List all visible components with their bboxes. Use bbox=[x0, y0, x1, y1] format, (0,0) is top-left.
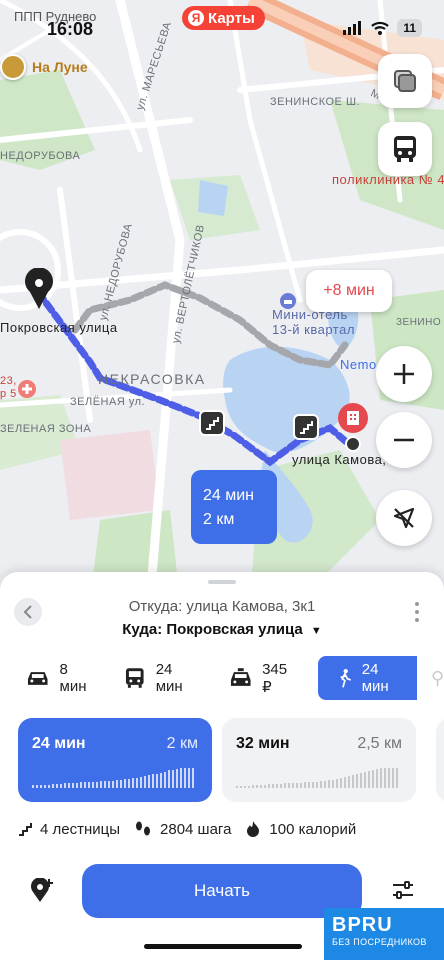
origin-pin-icon[interactable] bbox=[336, 402, 370, 457]
route-settings-button[interactable] bbox=[392, 880, 414, 905]
medical-poi-icon[interactable] bbox=[18, 380, 36, 403]
mode-car-label: 8 мин bbox=[59, 661, 87, 695]
alt-route-eta-bubble[interactable]: +8 мин bbox=[306, 270, 392, 312]
route-stats: 4 лестницы 2804 шага 100 калорий bbox=[18, 820, 356, 838]
map-street-label: НЕДОРУБОВА bbox=[0, 150, 81, 162]
signal-icon bbox=[343, 21, 362, 35]
dropdown-arrow-icon: ▼ bbox=[310, 625, 322, 637]
map-street-label: ЗЕЛЁНАЯ ул. bbox=[70, 396, 146, 408]
user-nickname: На Луне bbox=[32, 59, 88, 75]
app-return-pill[interactable]: Я Карты bbox=[182, 6, 265, 30]
destination-label: Покровская улица bbox=[0, 320, 118, 335]
map-view[interactable]: ул. МАРЕСЬЕВА ЗЕНИНСКОЕ Ш. НЕДОРУБОВА ул… bbox=[0, 0, 444, 600]
mode-taxi-tab[interactable]: 345 ₽ bbox=[221, 656, 308, 700]
bus-icon bbox=[126, 668, 144, 688]
stat-steps: 2804 шага bbox=[134, 820, 231, 838]
mode-bus-tab[interactable]: 24 мин bbox=[116, 656, 210, 700]
stat-calories-label: 100 калорий bbox=[269, 820, 357, 838]
mode-car-tab[interactable]: 8 мин bbox=[18, 656, 106, 700]
route-options: 24 мин 2 км 32 мин 2,5 км bbox=[18, 718, 416, 802]
yandex-logo-icon: Я bbox=[188, 10, 204, 26]
user-status[interactable]: На Луне bbox=[0, 54, 88, 80]
plus-icon bbox=[394, 364, 414, 384]
hotel-poi-icon[interactable] bbox=[280, 293, 296, 314]
sliders-icon bbox=[393, 881, 413, 899]
route-time: 24 мин bbox=[203, 487, 255, 504]
add-stop-button[interactable] bbox=[30, 877, 54, 909]
map-street-label: ЗЕНИНСКОЕ Ш. bbox=[270, 96, 361, 108]
system-indicators: 11 bbox=[343, 19, 422, 37]
mode-walk-label: 24 мин bbox=[361, 661, 389, 695]
zoom-in-button[interactable] bbox=[376, 346, 432, 402]
route-from[interactable]: Откуда: улица Камова, 3к1 bbox=[0, 598, 444, 615]
zoom-out-button[interactable] bbox=[376, 412, 432, 468]
clock: 16:08 bbox=[47, 19, 94, 39]
start-button[interactable]: Начать bbox=[82, 864, 362, 918]
sheet-grabber[interactable] bbox=[208, 580, 236, 584]
map-district-label: ЗЕНИНО САМОЛ bbox=[396, 317, 444, 328]
stat-stairs: 4 лестницы bbox=[18, 821, 120, 838]
elevation-profile-icon bbox=[236, 768, 398, 788]
map-house-label: р 5 bbox=[0, 388, 17, 400]
bus-icon bbox=[394, 136, 416, 162]
wifi-icon bbox=[371, 21, 390, 35]
route-option-peek[interactable] bbox=[436, 718, 444, 802]
walk-icon bbox=[340, 668, 351, 688]
mode-bus-label: 24 мин bbox=[155, 661, 183, 695]
stat-steps-label: 2804 шага bbox=[160, 820, 232, 838]
route-option-distance: 2,5 км bbox=[357, 735, 402, 752]
layers-button[interactable] bbox=[378, 54, 432, 108]
route-option-time: 24 мин bbox=[32, 735, 86, 752]
route-distance: 2 км bbox=[203, 511, 235, 528]
map-house-label: 23, bbox=[0, 375, 17, 387]
mode-walk-tab[interactable]: 24 мин bbox=[318, 656, 417, 700]
route-option-time: 32 мин bbox=[236, 735, 290, 752]
stairs-icon bbox=[19, 823, 32, 836]
avatar[interactable] bbox=[0, 54, 26, 80]
stat-stairs-label: 4 лестницы bbox=[40, 820, 121, 838]
app-title: Карты bbox=[208, 9, 255, 27]
stat-calories: 100 калорий bbox=[245, 820, 356, 838]
more-options-button[interactable] bbox=[414, 602, 420, 622]
route-to-label: Куда: Покровская улица bbox=[122, 621, 303, 638]
flame-icon bbox=[247, 821, 260, 837]
battery-indicator: 11 bbox=[397, 19, 422, 37]
map-zone-label: ЗЕЛЕНАЯ ЗОНА bbox=[0, 423, 92, 435]
map-district-label: НЕКРАСОВКА bbox=[98, 371, 206, 387]
stairs-icon bbox=[293, 414, 319, 440]
layers-icon bbox=[394, 70, 416, 92]
route-option-card[interactable]: 24 мин 2 км bbox=[18, 718, 212, 802]
home-indicator[interactable] bbox=[144, 944, 302, 949]
taxi-icon bbox=[230, 668, 251, 686]
transit-button[interactable] bbox=[378, 122, 432, 176]
map-poi-label: Nemo bbox=[340, 357, 377, 372]
mode-taxi-label: 345 ₽ bbox=[262, 660, 288, 696]
navigation-off-icon bbox=[393, 507, 415, 529]
route-sheet[interactable]: Откуда: улица Камова, 3к1 Куда: Покровск… bbox=[0, 572, 444, 960]
watermark-title: BPRU bbox=[332, 914, 393, 936]
watermark-subtitle: БЕЗ ПОСРЕДНИКОВ bbox=[332, 937, 427, 947]
route-option-distance: 2 км bbox=[166, 735, 198, 752]
route-option-card[interactable]: 32 мин 2,5 км bbox=[222, 718, 416, 802]
car-icon bbox=[27, 672, 48, 685]
minus-icon bbox=[394, 438, 414, 442]
footsteps-icon bbox=[136, 821, 151, 836]
elevation-profile-icon bbox=[32, 768, 194, 788]
route-to[interactable]: Куда: Покровская улица ▼ bbox=[0, 621, 444, 638]
watermark-logo: BPRU БЕЗ ПОСРЕДНИКОВ bbox=[324, 908, 444, 960]
location-button[interactable] bbox=[376, 490, 432, 546]
route-summary-card[interactable]: 24 мин 2 км bbox=[191, 470, 277, 544]
add-waypoint-icon bbox=[31, 877, 53, 902]
bike-icon[interactable]: ⚲ bbox=[431, 668, 444, 689]
transport-mode-tabs: 8 мин 24 мин 345 ₽ 24 мин ⚲ bbox=[0, 654, 444, 702]
stairs-icon bbox=[199, 410, 225, 436]
destination-pin-icon[interactable] bbox=[24, 267, 54, 315]
